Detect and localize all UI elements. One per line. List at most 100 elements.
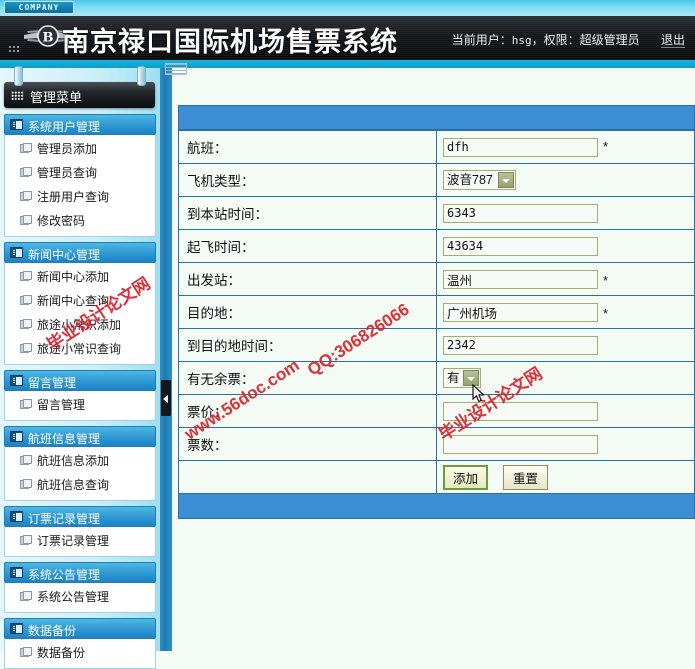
page-icon: [20, 343, 32, 353]
sidebar-item[interactable]: 航班信息添加: [5, 449, 155, 473]
flight-add-panel: 航班： * 飞机类型： 波音787 到本站时间： 起飞时间： 出发站： * 目的地： * 到目的地时…: [178, 105, 695, 519]
sidebar-group-items: 数据备份: [4, 639, 156, 669]
vertical-splitter[interactable]: [160, 68, 172, 651]
sidebar-group-label: 系统用户管理: [28, 120, 101, 134]
folder-icon: [10, 119, 23, 130]
form-row: 到目的地时间：: [178, 328, 695, 362]
folder-icon: [10, 511, 23, 522]
form-row: 票价：: [178, 394, 695, 428]
sidebar-item[interactable]: 航班信息查询: [5, 473, 155, 497]
grid-menu-icon: [11, 91, 24, 100]
sidebar-item-label: 注册用户查询: [37, 190, 110, 204]
sidebar-group-header[interactable]: 系统公告管理: [4, 562, 156, 583]
sidebar-item[interactable]: 新闻中心添加: [5, 265, 155, 289]
sidebar-item-label: 留言管理: [37, 398, 86, 412]
sidebar-item[interactable]: 系统公告管理: [5, 585, 155, 609]
page-icon: [20, 295, 32, 305]
form-input[interactable]: [443, 137, 598, 157]
sidebar-item[interactable]: 订票记录管理: [5, 529, 155, 553]
folder-icon: [10, 247, 23, 258]
form-value-cell: 波音787: [436, 163, 695, 197]
form-input[interactable]: [443, 269, 598, 289]
sidebar-item[interactable]: 管理员查询: [5, 161, 155, 185]
sidebar-item-label: 管理员查询: [37, 166, 98, 180]
folder-icon: [10, 567, 23, 578]
required-marker: *: [603, 272, 609, 288]
form-label: 票数：: [187, 438, 228, 453]
form-label: 出发站：: [187, 273, 241, 288]
sidebar-item[interactable]: 旅途小常识查询: [5, 337, 155, 361]
top-strip: COMPANY: [0, 0, 695, 16]
form-label-cell: 到目的地时间：: [178, 328, 437, 362]
sidebar-group: 数据备份 数据备份: [4, 618, 156, 669]
splitter-grip-icon[interactable]: [165, 63, 187, 75]
form-label-cell: 到本站时间：: [178, 196, 437, 230]
page-title: 南京禄口国际机场售票系统: [62, 27, 398, 58]
panel-header-bar: [178, 105, 695, 130]
user-role-label: ，权限：超级管理员: [531, 33, 640, 47]
sidebar-item[interactable]: 数据备份: [5, 641, 155, 665]
main-content: 航班： * 飞机类型： 波音787 到本站时间： 起飞时间： 出发站： * 目的地： * 到目的地时…: [172, 68, 695, 651]
form-label-cell: 票数：: [178, 427, 437, 461]
form-value-cell: *: [436, 295, 695, 329]
svg-text:B: B: [43, 31, 54, 46]
sidebar-item[interactable]: 新闻中心查询: [5, 289, 155, 313]
form-label-cell: 飞机类型：: [178, 163, 437, 197]
accent-band: [0, 60, 695, 68]
sidebar-group-label: 新闻中心管理: [28, 248, 101, 262]
sidebar-group-header[interactable]: 系统用户管理: [4, 114, 156, 135]
form-input[interactable]: [443, 335, 598, 355]
logout-link[interactable]: 退出: [660, 33, 685, 48]
dots-decoration-icon: [8, 45, 20, 53]
page-icon: [20, 191, 32, 201]
form-label: 飞机类型：: [187, 174, 255, 189]
form-label-cell: 有无余票：: [178, 361, 437, 395]
sidebar-group-items: 管理员添加管理员查询注册用户查询 修改密码: [4, 135, 156, 237]
sidebar-item-label: 系统公告管理: [37, 590, 110, 604]
form-input[interactable]: [443, 401, 598, 421]
sidebar-item-label: 新闻中心查询: [37, 294, 110, 308]
form-input[interactable]: [443, 203, 598, 223]
sidebar-group-label: 留言管理: [28, 376, 77, 390]
sidebar-item[interactable]: 修改密码: [5, 209, 155, 233]
sidebar-item-label: 旅途小常识添加: [37, 318, 122, 332]
sidebar-group-items: 订票记录管理: [4, 527, 156, 557]
sidebar-item[interactable]: 管理员添加: [5, 137, 155, 161]
sidebar-item[interactable]: 旅途小常识添加: [5, 313, 155, 337]
form-row: 到本站时间：: [178, 196, 695, 230]
sidebar-item-label: 旅途小常识查询: [37, 342, 122, 356]
sidebar-groups: 系统用户管理管理员添加管理员查询注册用户查询 修改密码新闻中心管理新闻中心添加新闻…: [0, 114, 160, 669]
sidebar-group-header[interactable]: 数据备份: [4, 618, 156, 639]
form-input[interactable]: [443, 434, 598, 454]
submit-button[interactable]: 添加: [443, 464, 489, 490]
sidebar-group-label: 航班信息管理: [28, 432, 101, 446]
sidebar-group-header[interactable]: 航班信息管理: [4, 426, 156, 447]
form-select[interactable]: 波音787: [443, 170, 516, 190]
form-select-value: 有: [447, 371, 460, 385]
sidebar-group-label: 订票记录管理: [28, 512, 101, 526]
folder-icon: [10, 375, 23, 386]
page-icon: [20, 143, 32, 153]
reset-button[interactable]: 重置: [503, 464, 549, 490]
sidebar-group-label: 系统公告管理: [28, 568, 101, 582]
page-icon: [20, 535, 32, 545]
splitter-collapse-handle[interactable]: [161, 380, 171, 416]
form-actions-cell: 添加 重置: [436, 460, 695, 494]
form-label-cell: 出发站：: [178, 262, 437, 296]
form-row: 有无余票： 有: [178, 361, 695, 395]
sidebar-item-label: 数据备份: [37, 646, 86, 660]
sidebar-group-header[interactable]: 新闻中心管理: [4, 242, 156, 263]
clip-left-icon: [14, 66, 23, 86]
form-input[interactable]: [443, 236, 598, 256]
sidebar-item[interactable]: 注册用户查询: [5, 185, 155, 209]
sidebar-item[interactable]: 留言管理: [5, 393, 155, 417]
form-input[interactable]: [443, 302, 598, 322]
sidebar-group: 航班信息管理航班信息添加 航班信息查询: [4, 426, 156, 501]
sidebar-group-header[interactable]: 留言管理: [4, 370, 156, 391]
form-row: 出发站： *: [178, 262, 695, 296]
sidebar-group-header[interactable]: 订票记录管理: [4, 506, 156, 527]
form-label: 到本站时间：: [187, 207, 268, 222]
required-marker: *: [603, 305, 609, 321]
folder-icon: [10, 431, 23, 442]
sidebar-item-label: 修改密码: [37, 214, 86, 228]
